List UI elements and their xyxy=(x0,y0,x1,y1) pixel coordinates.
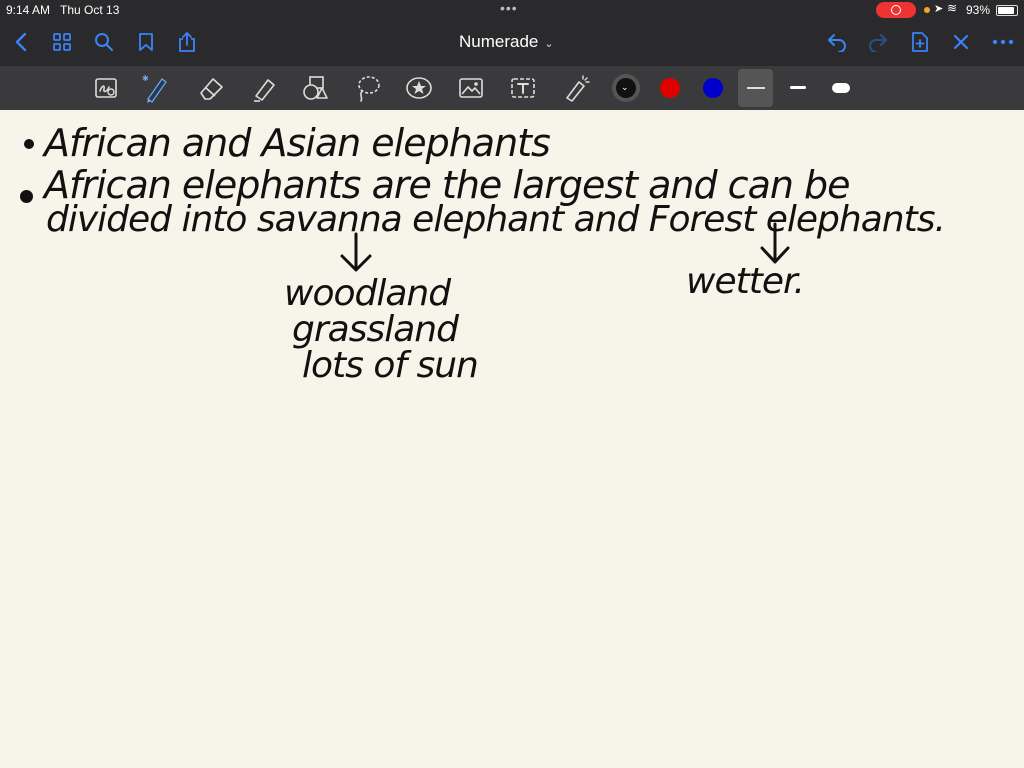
handwritten-line: wetter. xyxy=(686,261,805,302)
handwritten-line: grassland xyxy=(292,309,459,350)
battery-percent: 93% xyxy=(966,3,991,17)
color-blue-swatch[interactable] xyxy=(703,78,723,98)
bookmark-icon[interactable] xyxy=(131,28,161,56)
note-canvas[interactable]: African and Asian elephants African elep… xyxy=(0,110,1024,768)
stroke-thin-line xyxy=(747,87,765,89)
lasso-ocr-tool-icon[interactable] xyxy=(90,72,122,104)
top-bar: 9:14 AM Thu Oct 13 ••• ➤ ≋ 93% Numerade ⌄ xyxy=(0,0,1024,66)
status-date: Thu Oct 13 xyxy=(60,3,120,17)
status-time: 9:14 AM xyxy=(6,3,51,17)
pen-tool-icon[interactable]: ✱ xyxy=(140,72,172,104)
sticker-tool-icon[interactable] xyxy=(403,72,435,104)
eraser-tool-icon[interactable] xyxy=(195,72,227,104)
handwritten-line: woodland xyxy=(284,273,451,314)
handwritten-line: divided into savanna elephant and Forest… xyxy=(46,199,946,240)
more-icon[interactable] xyxy=(988,28,1018,56)
status-bar: 9:14 AM Thu Oct 13 ••• ➤ ≋ 93% xyxy=(0,0,1024,20)
document-title[interactable]: Numerade ⌄ xyxy=(459,32,554,52)
svg-text:✱: ✱ xyxy=(142,74,149,83)
navigation-bar: Numerade ⌄ xyxy=(0,24,1024,60)
document-title-text: Numerade xyxy=(459,32,539,51)
chevron-down-icon: ⌄ xyxy=(621,82,629,92)
chevron-down-icon: ⌄ xyxy=(544,38,554,50)
drawing-toolbar: ✱ ⌄ xyxy=(0,66,1024,110)
add-page-icon[interactable] xyxy=(905,28,935,56)
handwritten-line: African and Asian elephants xyxy=(44,121,551,165)
multitasking-dots-icon[interactable]: ••• xyxy=(500,0,518,16)
handwritten-line: lots of sun xyxy=(302,345,479,386)
laser-pointer-tool-icon[interactable] xyxy=(560,72,592,104)
color-red-swatch[interactable] xyxy=(660,78,680,98)
wifi-icon: ≋ xyxy=(947,1,958,15)
lasso-tool-icon[interactable] xyxy=(352,72,384,104)
highlighter-tool-icon[interactable] xyxy=(248,72,280,104)
mic-indicator-icon xyxy=(924,7,930,13)
shapes-tool-icon[interactable] xyxy=(299,72,331,104)
down-arrow-icon xyxy=(338,232,374,279)
search-icon[interactable] xyxy=(89,28,119,56)
screen-recording-icon[interactable] xyxy=(876,2,916,18)
redo-icon[interactable] xyxy=(863,28,893,56)
battery-icon xyxy=(996,5,1018,16)
stroke-thick-option[interactable] xyxy=(832,83,850,93)
stroke-medium-option[interactable] xyxy=(790,86,806,89)
grid-icon[interactable] xyxy=(47,28,77,56)
text-tool-icon[interactable] xyxy=(507,72,539,104)
share-icon[interactable] xyxy=(172,28,202,56)
stroke-thin-selected[interactable] xyxy=(738,69,773,107)
undo-icon[interactable] xyxy=(822,28,852,56)
location-icon: ➤ xyxy=(934,3,944,15)
bullet-point xyxy=(24,139,34,149)
color-black-selected[interactable]: ⌄ xyxy=(612,74,640,102)
back-icon[interactable] xyxy=(6,28,36,56)
bullet-point xyxy=(20,190,33,203)
image-tool-icon[interactable] xyxy=(455,72,487,104)
close-icon[interactable] xyxy=(946,28,976,56)
